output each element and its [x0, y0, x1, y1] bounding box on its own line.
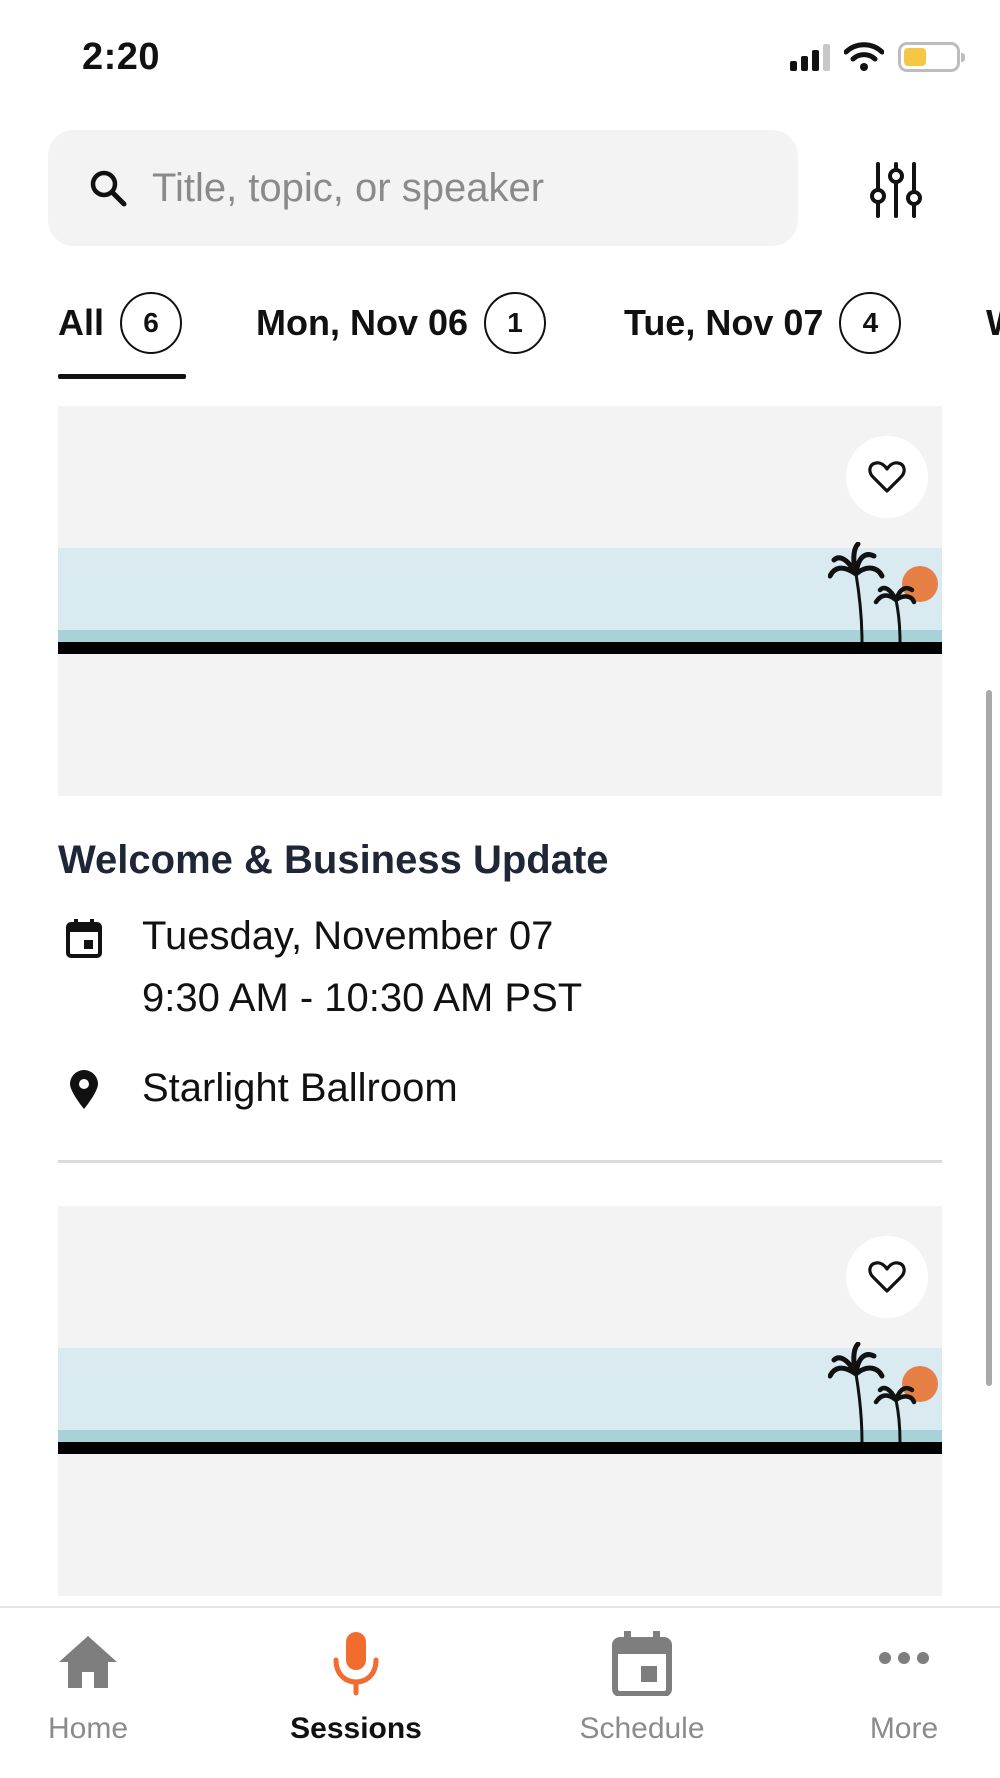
- bottom-tab-bar: Home Sessions Schedule More: [0, 1606, 1000, 1778]
- location-pin-icon: [70, 1070, 98, 1109]
- calendar-icon: [66, 919, 102, 958]
- session-card-image[interactable]: [58, 406, 942, 796]
- wifi-icon: [844, 42, 884, 71]
- tab-count-badge: 6: [120, 292, 183, 354]
- nav-home[interactable]: Home: [0, 1630, 188, 1746]
- nav-label: Schedule: [579, 1712, 705, 1745]
- session-date: Tuesday, November 07: [142, 914, 554, 958]
- banner-water: [58, 630, 942, 642]
- filter-sliders-icon[interactable]: [866, 162, 926, 218]
- nav-sessions[interactable]: Sessions: [256, 1630, 456, 1746]
- microphone-icon: [333, 1632, 379, 1696]
- calendar-icon: [612, 1631, 672, 1696]
- session-title[interactable]: Welcome & Business Update: [58, 838, 609, 883]
- status-icons: [790, 42, 965, 72]
- tab-mon-nov-06[interactable]: Mon, Nov 06 1: [256, 290, 547, 356]
- card-divider: [58, 1160, 942, 1163]
- heart-icon: [868, 1261, 906, 1293]
- tab-label: All: [58, 302, 105, 343]
- banner-ground-line: [58, 642, 942, 654]
- status-time: 2:20: [82, 36, 161, 78]
- palm-trees-sunset-icon: [828, 542, 938, 642]
- nav-label: More: [869, 1712, 939, 1745]
- vertical-scrollbar[interactable]: [986, 690, 992, 1386]
- tab-wednesday[interactable]: W: [986, 290, 1000, 356]
- palm-trees-sunset-icon: [828, 1342, 938, 1442]
- active-tab-indicator: [58, 374, 186, 379]
- status-bar: 2:20: [0, 0, 1000, 120]
- banner-sky: [58, 1348, 942, 1430]
- battery-icon: [898, 42, 965, 72]
- favorite-button[interactable]: [846, 1236, 928, 1318]
- search-bar[interactable]: [48, 130, 798, 246]
- search-icon: [90, 170, 127, 207]
- tab-label: Tue, Nov 07: [624, 302, 824, 343]
- favorite-button[interactable]: [846, 436, 928, 518]
- session-location: Starlight Ballroom: [142, 1066, 458, 1110]
- more-icon: [879, 1652, 929, 1664]
- sessions-screen: 2:20 All 6: [0, 0, 1000, 1778]
- banner-ground-line: [58, 1442, 942, 1454]
- nav-label: Sessions: [290, 1712, 422, 1745]
- tab-all[interactable]: All 6: [58, 290, 183, 356]
- tab-label: Mon, Nov 06: [256, 302, 469, 343]
- tab-tue-nov-07[interactable]: Tue, Nov 07 4: [624, 290, 902, 356]
- session-card-image[interactable]: [58, 1206, 942, 1596]
- nav-schedule[interactable]: Schedule: [542, 1630, 742, 1746]
- nav-label: Home: [47, 1712, 129, 1745]
- nav-more[interactable]: More: [804, 1630, 1000, 1746]
- session-time: 9:30 AM - 10:30 AM PST: [142, 976, 583, 1020]
- heart-icon: [868, 461, 906, 493]
- tab-count-badge: 1: [484, 292, 547, 354]
- search-input[interactable]: [152, 165, 752, 211]
- banner-sky: [58, 548, 942, 630]
- banner-water: [58, 1430, 942, 1442]
- home-icon: [59, 1636, 117, 1688]
- cellular-signal-icon: [790, 43, 830, 71]
- tab-count-badge: 4: [839, 292, 902, 354]
- tab-label: W: [986, 302, 1000, 344]
